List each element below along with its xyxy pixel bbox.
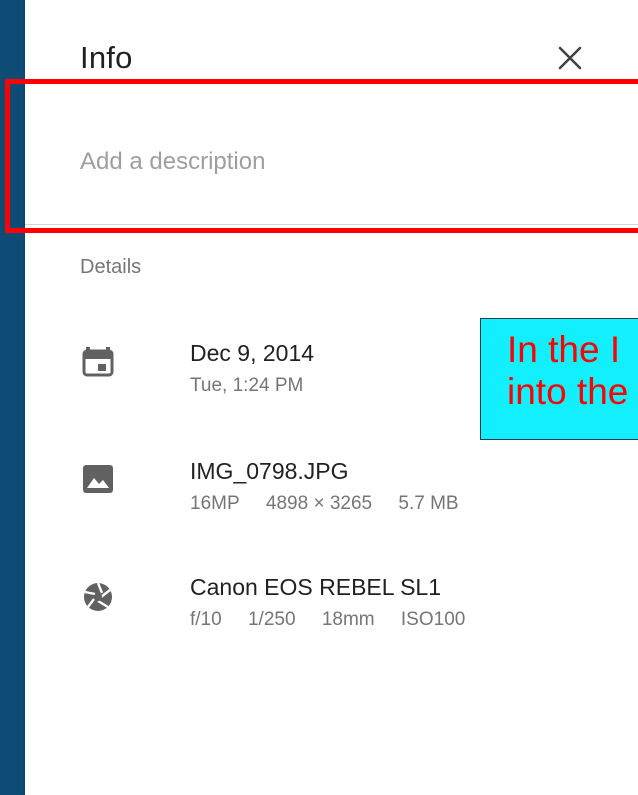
description-section: [25, 88, 638, 225]
close-icon: [558, 46, 582, 70]
annotation-callout: In the I into the: [480, 318, 638, 440]
file-name: IMG_0798.JPG: [190, 458, 349, 484]
camera-meta: f/10 1/250 18mm ISO100: [190, 609, 486, 631]
camera-aperture-icon: [84, 582, 112, 611]
date-primary: Dec 9, 2014: [190, 340, 315, 366]
camera-focal-length: 18mm: [321, 609, 375, 630]
calendar-icon: [82, 347, 114, 377]
file-meta: 16MP 4898 × 3265 5.7 MB: [190, 493, 480, 515]
details-heading: Details: [80, 256, 142, 278]
image-icon: [83, 465, 113, 493]
camera-shutter: 1/250: [247, 609, 296, 630]
annotation-line-2: into the: [507, 371, 629, 412]
file-size: 5.7 MB: [398, 493, 459, 514]
background-strip: [0, 0, 25, 795]
file-dimensions: 4898 × 3265: [265, 493, 373, 514]
date-secondary: Tue, 1:24 PM: [190, 375, 304, 396]
camera-iso: ISO100: [400, 609, 466, 630]
camera-row: Canon EOS REBEL SL1 f/10 1/250 18mm ISO1…: [25, 574, 638, 646]
camera-model: Canon EOS REBEL SL1: [190, 574, 442, 600]
panel-title: Info: [80, 40, 133, 75]
file-row: IMG_0798.JPG 16MP 4898 × 3265 5.7 MB: [25, 458, 638, 530]
annotation-line-1: In the I: [507, 329, 621, 370]
camera-aperture: f/10: [190, 609, 222, 630]
file-megapixels: 16MP: [190, 493, 240, 514]
close-button[interactable]: [550, 38, 590, 78]
description-input[interactable]: [80, 148, 560, 176]
